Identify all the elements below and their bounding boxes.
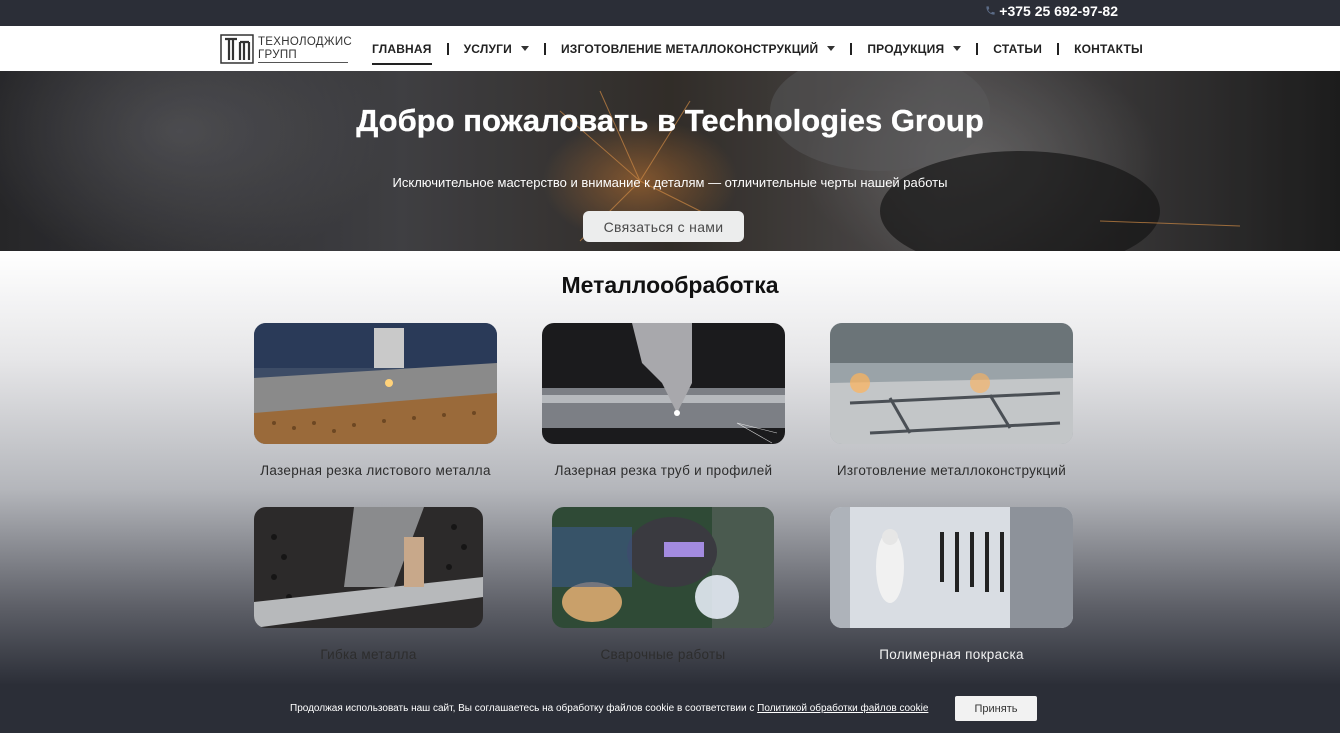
- chevron-down-icon: [953, 46, 962, 51]
- main-navbar: ТЕХНОЛОДЖИС ГРУПП ГЛАВНАЯ УСЛУГИ ИЗГОТОВ…: [0, 26, 1340, 71]
- chevron-down-icon: [827, 46, 836, 51]
- contact-us-button[interactable]: Связаться с нами: [583, 211, 744, 242]
- service-image-laser-tube[interactable]: [542, 323, 785, 444]
- logo-mark-icon: [220, 34, 254, 64]
- nav-menu: ГЛАВНАЯ УСЛУГИ ИЗГОТОВЛЕНИЕ МЕТАЛЛОКОНСТ…: [372, 26, 1143, 71]
- service-label[interactable]: Полимерная покраска: [830, 647, 1073, 662]
- service-label[interactable]: Изготовление металлоконструкций: [830, 463, 1073, 478]
- service-image-powder-coating[interactable]: [830, 507, 1073, 628]
- service-image-metal-structures[interactable]: [830, 323, 1073, 444]
- nav-separator: [1057, 42, 1060, 55]
- nav-separator: [850, 42, 853, 55]
- nav-separator: [446, 42, 449, 55]
- nav-item-articles[interactable]: СТАТЬИ: [993, 26, 1042, 71]
- section-title: Металлообработка: [561, 272, 779, 298]
- nav-item-label: ПРОДУКЦИЯ: [867, 41, 945, 56]
- logo-text: ТЕХНОЛОДЖИС ГРУПП: [257, 35, 352, 63]
- nav-separator: [976, 42, 979, 55]
- nav-item-products[interactable]: ПРОДУКЦИЯ: [867, 26, 962, 71]
- site-logo[interactable]: ТЕХНОЛОДЖИС ГРУПП: [220, 32, 352, 66]
- nav-item-services[interactable]: УСЛУГИ: [464, 26, 529, 71]
- nav-item-label: СТАТЬИ: [993, 41, 1043, 56]
- service-image-welding[interactable]: [552, 507, 774, 628]
- nav-item-home[interactable]: ГЛАВНАЯ: [372, 26, 432, 71]
- service-image-laser-sheet[interactable]: [254, 323, 497, 444]
- nav-item-label: ИЗГОТОВЛЕНИЕ МЕТАЛЛОКОНСТРУКЦИЙ: [560, 41, 819, 56]
- hero-banner: Добро пожаловать в Technologies Group Ис…: [0, 71, 1340, 251]
- services-section: Металлообработка Лазерная резка листовог…: [0, 251, 1340, 684]
- top-bar: +375 25 692-97-82: [0, 0, 1340, 26]
- service-label[interactable]: Лазерная резка листового металла: [254, 463, 497, 478]
- phone-number: +375 25 692-97-82: [999, 3, 1118, 19]
- cookie-message: Продолжая использовать наш сайт, Вы согл…: [290, 703, 758, 714]
- accept-cookies-button[interactable]: Принять: [955, 696, 1037, 721]
- cookie-policy-link[interactable]: Политикой обработки файлов cookie: [757, 703, 928, 714]
- hero-subtitle: Исключительное мастерство и внимание к д…: [392, 175, 948, 190]
- nav-item-label: УСЛУГИ: [463, 41, 512, 56]
- logo-line2: ГРУПП: [257, 49, 348, 63]
- chevron-down-icon: [520, 46, 529, 51]
- service-label[interactable]: Лазерная резка труб и профилей: [542, 463, 785, 478]
- cookie-text: Продолжая использовать наш сайт, Вы согл…: [290, 703, 928, 714]
- logo-line1: ТЕХНОЛОДЖИС: [257, 35, 352, 48]
- service-label[interactable]: Гибка металла: [254, 647, 483, 662]
- service-label[interactable]: Сварочные работы: [552, 647, 774, 662]
- nav-item-metal-structures[interactable]: ИЗГОТОВЛЕНИЕ МЕТАЛЛОКОНСТРУКЦИЙ: [560, 26, 836, 71]
- nav-item-label: КОНТАКТЫ: [1074, 41, 1143, 56]
- nav-item-contacts[interactable]: КОНТАКТЫ: [1074, 26, 1143, 71]
- nav-item-label: ГЛАВНАЯ: [372, 41, 432, 56]
- service-image-metal-bending[interactable]: [254, 507, 483, 628]
- phone-icon: [985, 3, 996, 19]
- hero-title: Добро пожаловать в Technologies Group: [356, 103, 984, 138]
- phone-link[interactable]: +375 25 692-97-82: [985, 3, 1118, 19]
- nav-separator: [543, 42, 546, 55]
- cookie-banner: Продолжая использовать наш сайт, Вы согл…: [0, 684, 1340, 733]
